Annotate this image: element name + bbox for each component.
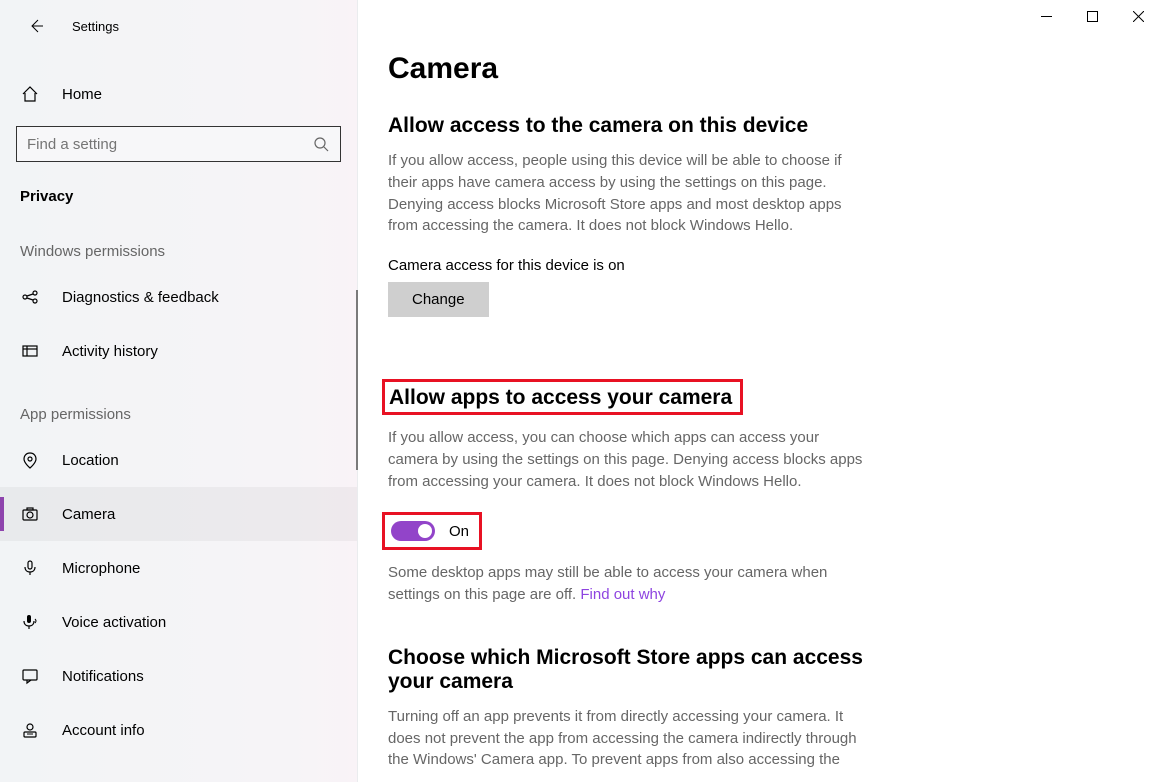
sidebar-item-account-info[interactable]: Account info [0, 703, 357, 757]
account-icon [20, 721, 40, 739]
back-button[interactable] [26, 16, 46, 36]
sidebar-item-label: Account info [62, 722, 145, 739]
sidebar-item-label: Activity history [62, 343, 158, 360]
camera-icon [20, 505, 40, 523]
find-out-why-link[interactable]: Find out why [580, 586, 665, 603]
page-section-title: Privacy [0, 170, 357, 215]
section3-heading: Choose which Microsoft Store apps can ac… [388, 646, 888, 694]
close-button[interactable] [1115, 0, 1161, 32]
sidebar-item-label: Voice activation [62, 614, 166, 631]
sidebar-item-label: Location [62, 452, 119, 469]
home-button[interactable]: Home [0, 68, 357, 120]
section1-body: If you allow access, people using this d… [388, 150, 868, 237]
minimize-button[interactable] [1023, 0, 1069, 32]
voice-icon [20, 613, 40, 631]
search-box[interactable] [16, 126, 341, 162]
page-title: Camera [388, 52, 1121, 86]
group-header-windows-permissions: Windows permissions [0, 215, 357, 270]
highlight-section2-heading: Allow apps to access your camera [382, 379, 743, 415]
close-icon [1133, 11, 1144, 22]
change-button[interactable]: Change [388, 282, 489, 317]
sidebar-item-activity-history[interactable]: Activity history [0, 324, 357, 378]
camera-access-status: Camera access for this device is on [388, 257, 1121, 274]
section2-note: Some desktop apps may still be able to a… [388, 562, 858, 606]
group-header-app-permissions: App permissions [0, 378, 357, 433]
sidebar-item-label: Camera [62, 506, 115, 523]
maximize-icon [1087, 11, 1098, 22]
home-label: Home [62, 86, 102, 103]
highlight-toggle: On [382, 512, 482, 550]
allow-apps-toggle[interactable] [391, 521, 435, 541]
titlebar: Settings [0, 8, 357, 44]
location-icon [20, 451, 40, 469]
sidebar: Settings Home Privacy Windows permission… [0, 0, 358, 782]
home-icon [20, 85, 40, 103]
sidebar-item-notifications[interactable]: Notifications [0, 649, 357, 703]
window-controls [1023, 0, 1161, 32]
sidebar-item-label: Diagnostics & feedback [62, 289, 219, 306]
feedback-icon [20, 288, 40, 306]
sidebar-item-location[interactable]: Location [0, 433, 357, 487]
microphone-icon [20, 559, 40, 577]
section2-heading: Allow apps to access your camera [389, 386, 732, 410]
sidebar-item-label: Notifications [62, 668, 144, 685]
history-icon [20, 342, 40, 360]
sidebar-item-microphone[interactable]: Microphone [0, 541, 357, 595]
section1-heading: Allow access to the camera on this devic… [388, 114, 1121, 138]
sidebar-item-diagnostics[interactable]: Diagnostics & feedback [0, 270, 357, 324]
section3-body: Turning off an app prevents it from dire… [388, 706, 868, 771]
search-input[interactable] [27, 136, 312, 153]
sidebar-item-label: Microphone [62, 560, 140, 577]
main-content: Camera Allow access to the camera on thi… [358, 0, 1161, 782]
notifications-icon [20, 667, 40, 685]
toggle-state-label: On [449, 523, 469, 540]
back-arrow-icon [28, 18, 44, 34]
section2-body: If you allow access, you can choose whic… [388, 427, 868, 492]
minimize-icon [1041, 11, 1052, 22]
toggle-knob [418, 524, 432, 538]
search-icon [312, 136, 330, 152]
app-title: Settings [72, 19, 119, 34]
sidebar-item-voice-activation[interactable]: Voice activation [0, 595, 357, 649]
maximize-button[interactable] [1069, 0, 1115, 32]
sidebar-item-camera[interactable]: Camera [0, 487, 357, 541]
